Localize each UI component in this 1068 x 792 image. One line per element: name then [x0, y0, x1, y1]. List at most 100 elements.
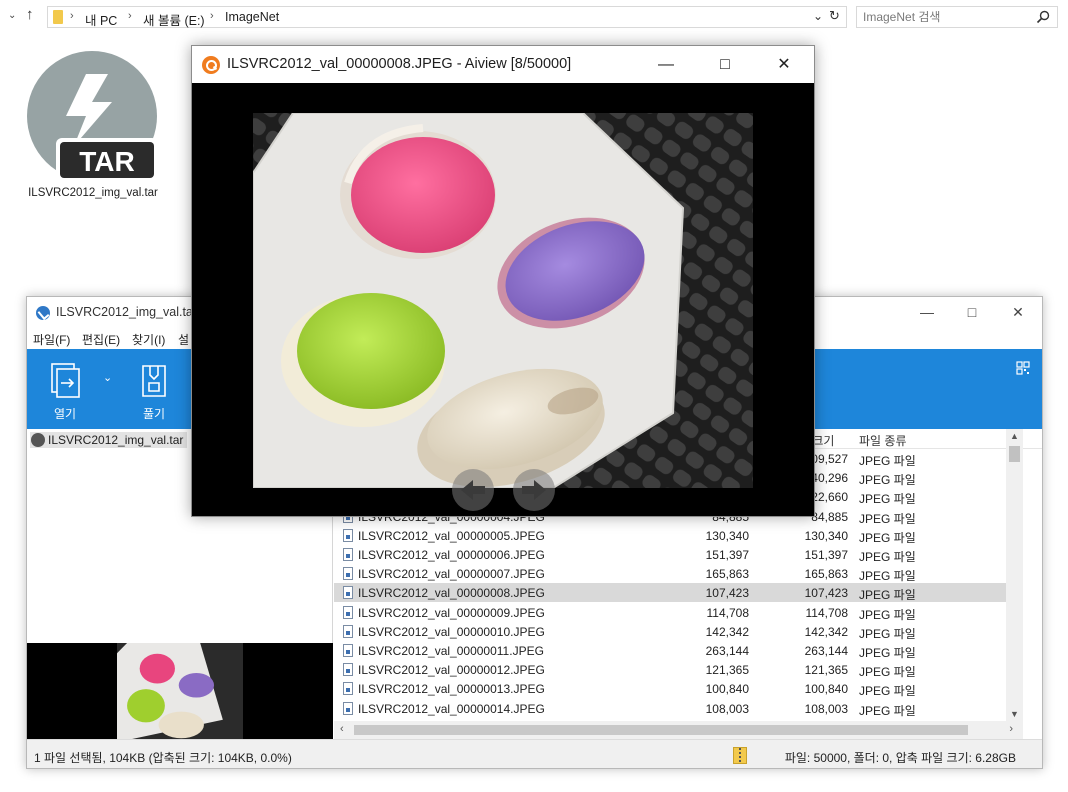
menu-find[interactable]: 찾기(I)	[132, 331, 165, 348]
jpeg-file-icon	[343, 682, 353, 696]
up-arrow-icon[interactable]: ↑	[26, 6, 34, 23]
file-type: JPEG 파일	[859, 607, 916, 622]
vertical-scrollbar[interactable]: ▲ ▼	[1006, 429, 1023, 721]
search-input[interactable]	[863, 9, 1028, 25]
horizontal-scroll-thumb[interactable]	[354, 725, 968, 735]
scroll-right-icon[interactable]: ›	[1009, 723, 1013, 735]
next-image-button[interactable]	[513, 469, 555, 511]
file-name: ILSVRC2012_val_00000009.JPEG	[358, 605, 545, 620]
selection-status: 1 파일 선택됨, 104KB (압축된 크기: 104KB, 0.0%)	[34, 751, 292, 765]
table-row[interactable]: ILSVRC2012_val_00000007.JPEG 165,863 165,8…	[334, 564, 1022, 583]
table-row[interactable]: ILSVRC2012_val_00000011.JPEG 263,144 263,1…	[334, 641, 1022, 660]
address-bar[interactable]: › 내 PC › 새 볼륨 (E:) › ImageNet ⌄ ↻	[47, 6, 847, 28]
file-type: JPEG 파일	[859, 492, 916, 507]
viewer-minimize-button[interactable]: —	[637, 46, 695, 83]
archive-summary: 파일: 50000, 폴더: 0, 압축 파일 크기: 6.28GB	[784, 751, 1016, 765]
breadcrumb-imagenet[interactable]: ImageNet	[225, 10, 279, 24]
jpeg-file-icon	[343, 701, 353, 715]
jpeg-file-icon	[343, 624, 353, 638]
maximize-button[interactable]: □	[949, 297, 995, 327]
file-original-size: 130,340	[804, 528, 848, 543]
file-type: JPEG 파일	[859, 646, 916, 660]
minimize-button[interactable]: —	[904, 297, 950, 327]
extract-icon	[142, 365, 166, 397]
open-dropdown-chevron-icon[interactable]: ⌄	[103, 371, 112, 384]
open-label: 열기	[53, 407, 77, 421]
file-name: ILSVRC2012_val_00000006.JPEG	[358, 548, 545, 562]
file-type: JPEG 파일	[859, 665, 916, 680]
file-name: ILSVRC2012_val_00000011.JPEG	[358, 644, 544, 658]
breadcrumb-separator-icon[interactable]: ›	[210, 10, 214, 22]
scroll-up-icon[interactable]: ▲	[1010, 431, 1019, 441]
file-original-size: 100,840	[804, 682, 848, 697]
column-file-type[interactable]: 파일 종류	[859, 432, 907, 449]
folder-icon	[53, 10, 63, 24]
file-size: 100,840	[705, 682, 749, 697]
table-row[interactable]: ILSVRC2012_val_00000013.JPEG 100,840 100,8…	[334, 679, 1022, 698]
file-size: 121,365	[705, 663, 749, 678]
open-button[interactable]: 열기	[35, 359, 95, 421]
menu-settings[interactable]: 설	[178, 331, 189, 348]
breadcrumb-this-pc[interactable]: 내 PC	[85, 10, 117, 29]
bandizip-app-icon	[36, 306, 50, 320]
jpeg-file-icon	[343, 548, 353, 561]
file-size: 114,708	[706, 605, 750, 620]
viewer-maximize-button[interactable]: □	[696, 46, 754, 83]
file-size: 151,397	[705, 548, 749, 562]
file-name: ILSVRC2012_val_00000014.JPEG	[358, 701, 545, 716]
tar-archive-icon[interactable]: TAR	[26, 50, 160, 184]
table-row[interactable]: ILSVRC2012_val_00000008.JPEG 107,423 107,4…	[334, 583, 1022, 603]
table-row[interactable]: ILSVRC2012_val_00000010.JPEG 142,342 142,3…	[334, 622, 1022, 641]
viewer-close-button[interactable]: ✕	[755, 46, 813, 83]
file-original-size: 108,003	[804, 701, 848, 716]
file-type: JPEG 파일	[859, 454, 916, 468]
explorer-address-row: ⌄ ↑ › 내 PC › 새 볼륨 (E:) › ImageNet ⌄ ↻	[0, 0, 1068, 34]
file-type: JPEG 파일	[859, 530, 916, 545]
close-button[interactable]: ✕	[995, 297, 1041, 327]
search-icon[interactable]	[1036, 10, 1050, 24]
scroll-down-icon[interactable]: ▼	[1010, 709, 1019, 719]
file-original-size: 107,423	[804, 586, 848, 601]
breadcrumb-volume[interactable]: 새 볼륨 (E:)	[143, 10, 205, 29]
scroll-left-icon[interactable]: ‹	[340, 723, 344, 735]
viewer-title-bar[interactable]: ILSVRC2012_val_00000008.JPEG - Aiview [8…	[192, 46, 814, 83]
table-row[interactable]: ILSVRC2012_val_00000005.JPEG 130,340 130,3…	[334, 526, 1022, 545]
file-type: JPEG 파일	[859, 473, 916, 488]
file-original-size: 151,397	[804, 548, 848, 562]
file-original-size: 114,708	[805, 605, 849, 620]
table-row[interactable]: ILSVRC2012_val_00000014.JPEG 108,003 108,0…	[334, 699, 1022, 718]
tree-item-archive-root[interactable]: ILSVRC2012_img_val.tar	[30, 432, 188, 448]
address-dropdown-icon[interactable]: ⌄	[813, 9, 823, 23]
jpeg-file-icon	[343, 605, 353, 619]
file-size: 108,003	[705, 701, 749, 716]
file-size: 263,144	[705, 644, 749, 658]
table-row[interactable]: ILSVRC2012_val_00000006.JPEG 151,397 151,3…	[334, 545, 1022, 564]
arrow-right-icon	[522, 480, 546, 500]
file-name: ILSVRC2012_val_00000008.JPEG	[358, 586, 545, 601]
horizontal-scrollbar[interactable]: ‹ ›	[334, 721, 1023, 739]
breadcrumb-separator-icon[interactable]: ›	[128, 10, 132, 22]
menu-file[interactable]: 파일(F)	[33, 331, 70, 348]
breadcrumb-separator-icon[interactable]: ›	[70, 10, 74, 22]
desktop-icon-label[interactable]: ILSVRC2012_img_val.tar	[12, 187, 174, 199]
extract-button[interactable]: 풀기	[124, 359, 184, 421]
file-name: ILSVRC2012_val_00000012.JPEG	[358, 663, 545, 678]
search-box[interactable]	[856, 6, 1058, 28]
image-viewer-window: ILSVRC2012_val_00000008.JPEG - Aiview [8…	[191, 45, 815, 517]
file-size: 107,423	[705, 586, 749, 601]
menu-edit[interactable]: 편집(E)	[82, 331, 120, 348]
vertical-scroll-thumb[interactable]	[1009, 446, 1020, 462]
file-name: ILSVRC2012_val_00000005.JPEG	[358, 528, 545, 543]
previous-image-button[interactable]	[452, 469, 494, 511]
archive-root-icon	[31, 433, 45, 447]
file-type: JPEG 파일	[859, 588, 916, 603]
file-name: ILSVRC2012_val_00000010.JPEG	[358, 624, 545, 639]
recent-locations-chevron-icon[interactable]: ⌄	[8, 10, 16, 21]
file-name: ILSVRC2012_val_00000013.JPEG	[358, 682, 545, 697]
table-row[interactable]: ILSVRC2012_val_00000012.JPEG 121,365 121,3…	[334, 660, 1022, 680]
file-name: ILSVRC2012_val_00000007.JPEG	[358, 567, 545, 582]
view-mode-grid-icon[interactable]	[1016, 361, 1030, 375]
file-original-size: 84,885	[811, 509, 848, 524]
table-row[interactable]: ILSVRC2012_val_00000009.JPEG 114,708 114,7…	[334, 603, 1022, 622]
refresh-icon[interactable]: ↻	[829, 8, 840, 24]
